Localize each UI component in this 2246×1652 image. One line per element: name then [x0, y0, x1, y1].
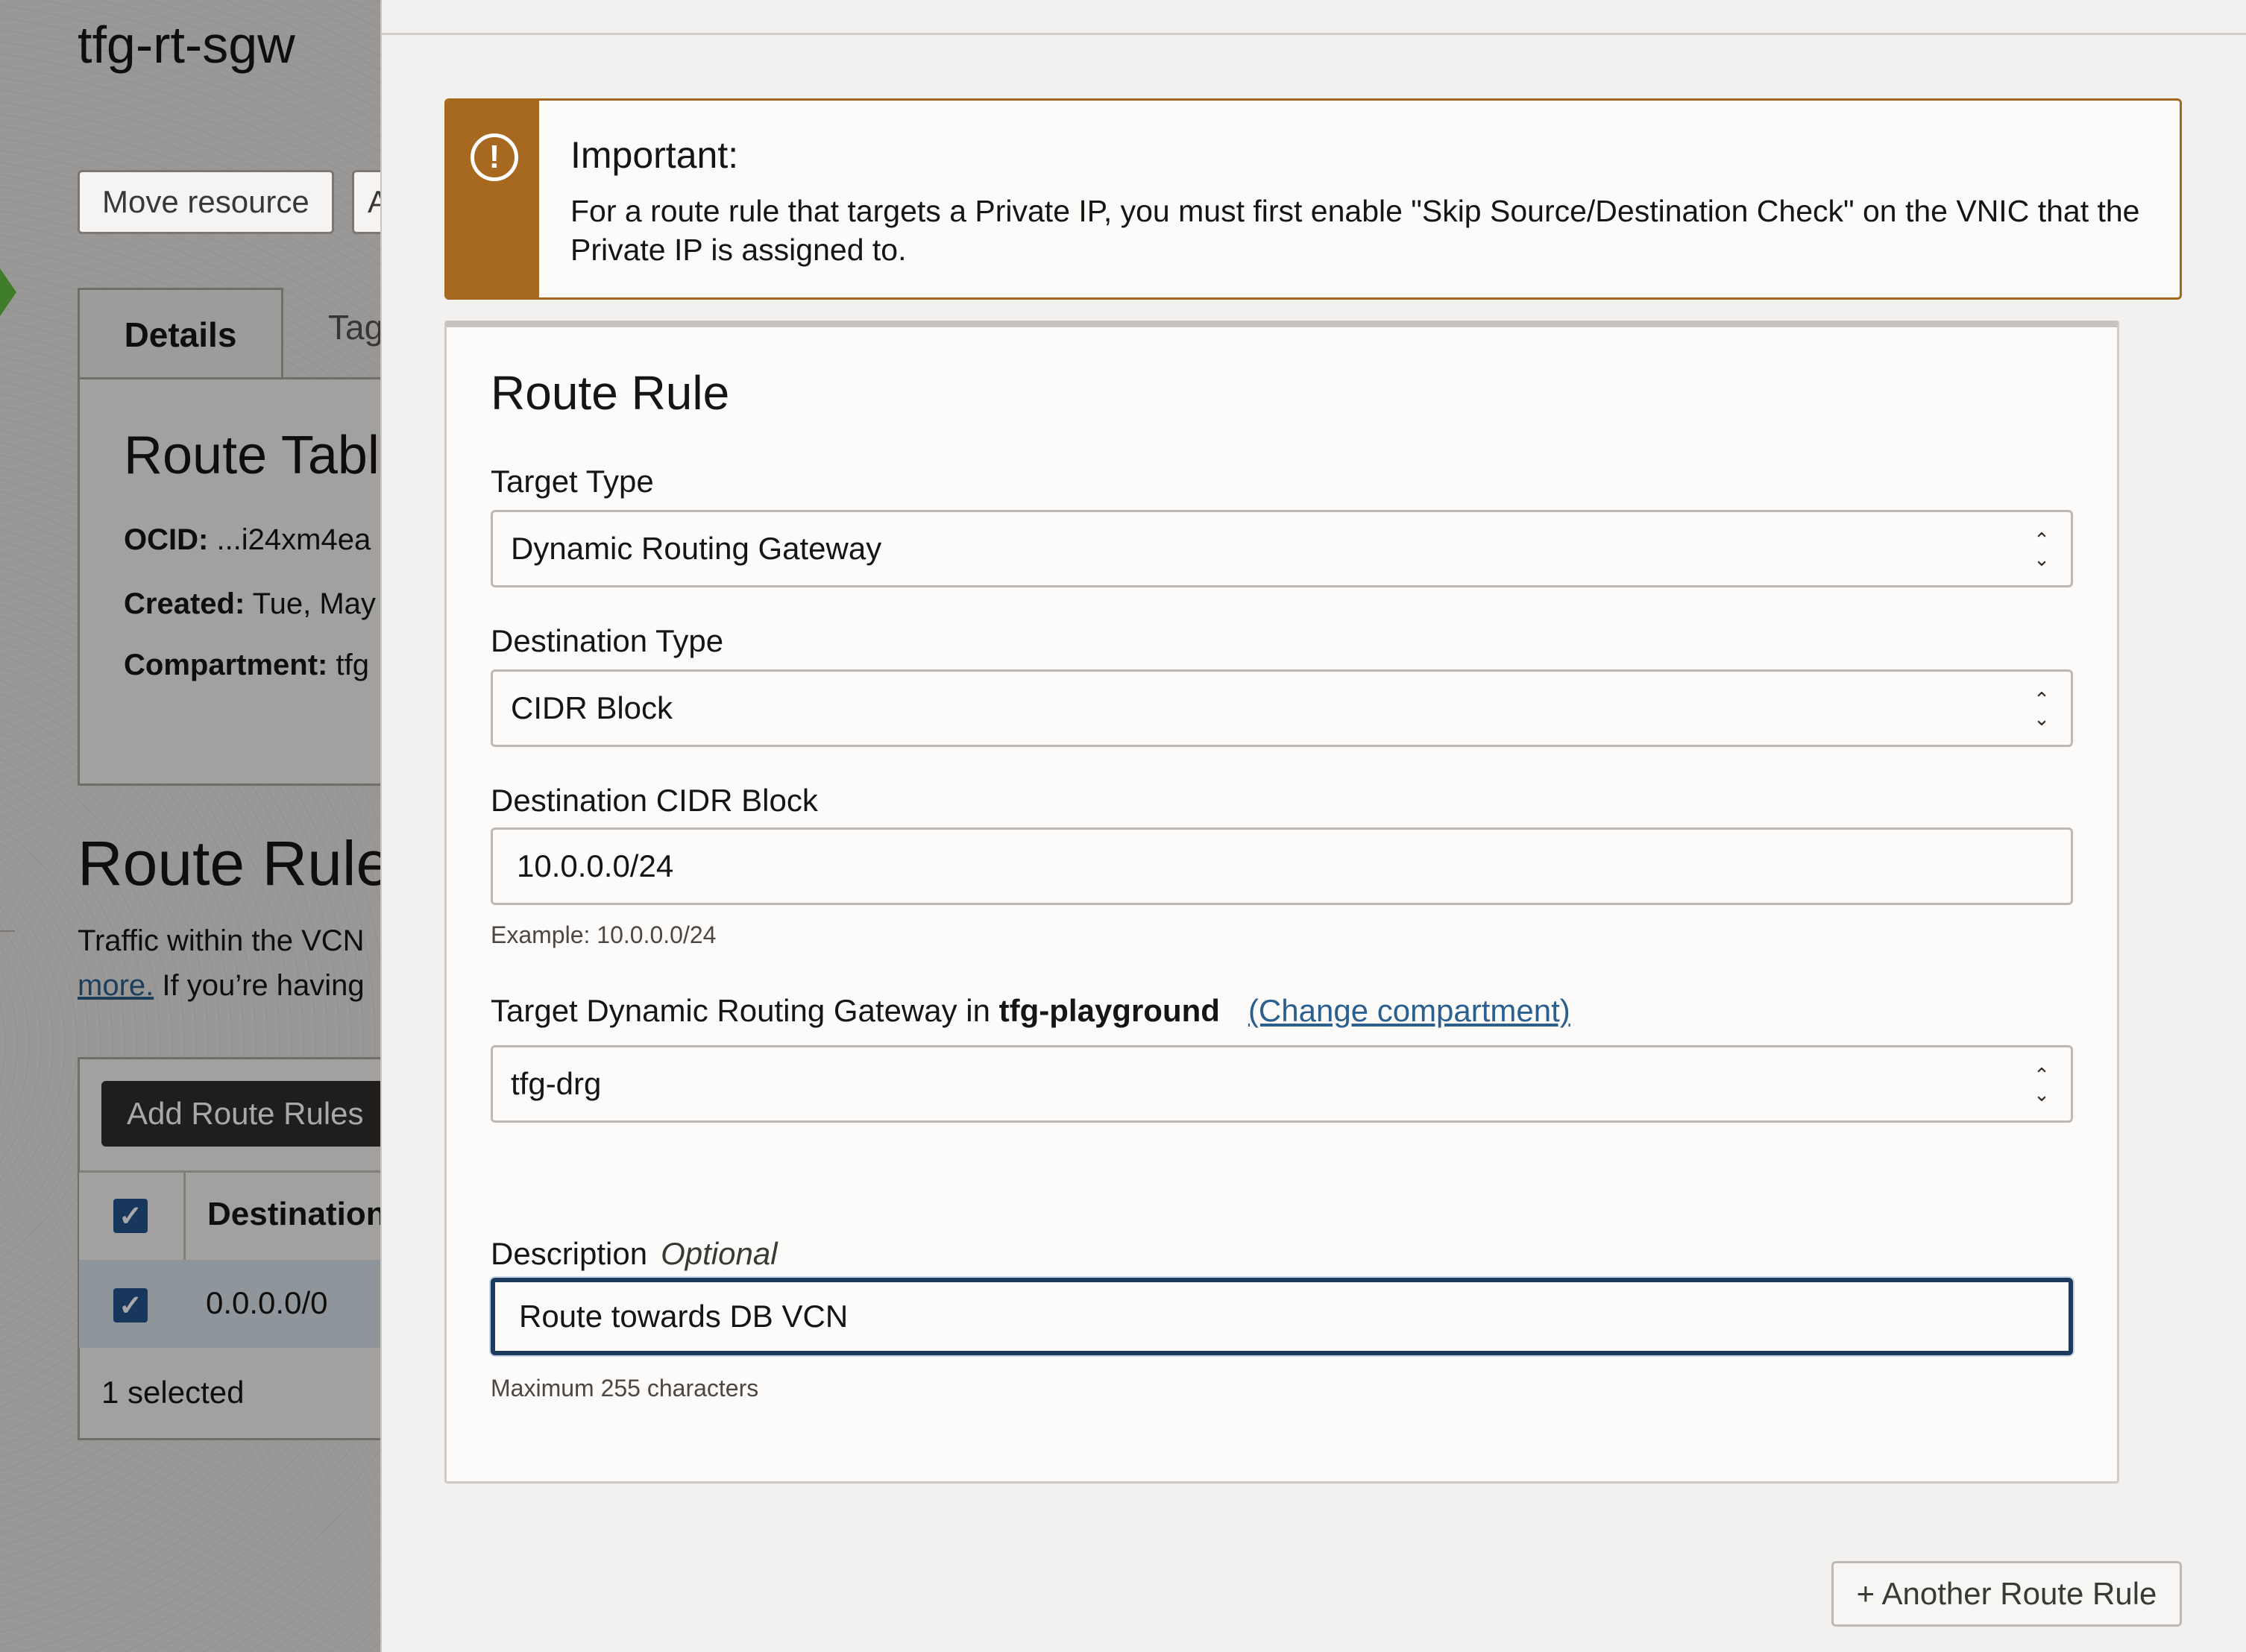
destination-type-label: Destination Type	[491, 623, 724, 658]
select-all-checkbox[interactable]: ✓	[113, 1199, 148, 1233]
alert-strip: !	[447, 101, 539, 297]
description-input[interactable]: Route towards DB VCN	[491, 1278, 2073, 1355]
ocid-label: OCID:	[124, 523, 209, 556]
destination-cidr-input[interactable]: 10.0.0.0/24	[491, 827, 2073, 905]
created-line: Created: Tue, May	[124, 587, 376, 621]
select-arrows-icon: ⌃ ⌄	[2033, 1064, 2050, 1106]
warning-icon: !	[471, 133, 518, 181]
panel-header-divider	[380, 33, 2246, 35]
compartment-value: tfg	[336, 649, 369, 681]
target-drg-label-prefix: Target Dynamic Routing Gateway in	[491, 993, 990, 1028]
description-label-text: Description	[491, 1236, 648, 1271]
nav-arrow-icon	[0, 268, 16, 316]
compartment-line: Compartment: tfg	[124, 649, 369, 682]
target-type-select[interactable]: Dynamic Routing Gateway ⌃ ⌄	[491, 510, 2073, 587]
details-heading: Route Tabl	[124, 426, 380, 485]
target-drg-label: Target Dynamic Routing Gateway in tfg-pl…	[491, 993, 1570, 1029]
tab-details[interactable]: Details	[78, 288, 283, 379]
description-hint: Maximum 255 characters	[491, 1375, 759, 1402]
row-checkbox[interactable]: ✓	[113, 1288, 148, 1322]
created-value: Tue, May	[252, 587, 376, 620]
route-rules-description: Traffic within the VCN	[78, 924, 365, 957]
target-type-value: Dynamic Routing Gateway	[511, 531, 882, 566]
ocid-value: ...i24xm4ea	[216, 523, 371, 556]
created-label: Created:	[124, 587, 245, 620]
target-drg-value: tfg-drg	[511, 1066, 602, 1101]
divider	[0, 930, 15, 932]
optional-tag: Optional	[661, 1236, 778, 1271]
destination-type-select[interactable]: CIDR Block ⌃ ⌄	[491, 669, 2073, 747]
alert-title: Important:	[570, 134, 739, 176]
route-rules-description-line2: more. If you’re having	[78, 969, 365, 1003]
tab-tags[interactable]: Tag	[328, 307, 383, 347]
compartment-label: Compartment:	[124, 649, 328, 681]
destination-cidr-label: Destination CIDR Block	[491, 783, 818, 818]
destination-type-value: CIDR Block	[511, 690, 673, 725]
add-route-rules-button[interactable]: Add Route Rules	[101, 1081, 392, 1147]
column-header-destination[interactable]: Destination	[207, 1196, 386, 1233]
important-alert: ! Important: For a route rule that targe…	[444, 98, 2182, 300]
column-separator	[183, 1170, 186, 1260]
learn-more-link[interactable]: more.	[78, 969, 154, 1002]
description-label: Description Optional	[491, 1236, 778, 1272]
select-arrows-icon: ⌃ ⌄	[2033, 529, 2050, 570]
selected-count: 1 selected	[101, 1375, 245, 1410]
route-rule-title: Route Rule	[491, 366, 730, 420]
target-drg-select[interactable]: tfg-drg ⌃ ⌄	[491, 1045, 2073, 1123]
target-type-label: Target Type	[491, 464, 654, 499]
route-rules-description-rest: If you’re having	[154, 969, 365, 1002]
change-compartment-link[interactable]: (Change compartment)	[1248, 993, 1570, 1028]
alert-body: For a route rule that targets a Private …	[570, 194, 2140, 267]
target-drg-compartment: tfg-playground	[998, 993, 1220, 1028]
destination-cidr-hint: Example: 10.0.0.0/24	[491, 921, 717, 948]
move-resource-button[interactable]: Move resource	[78, 170, 334, 234]
destination-cidr-value: 10.0.0.0/24	[517, 848, 674, 883]
description-value: Route towards DB VCN	[519, 1299, 849, 1334]
cell-destination: 0.0.0.0/0	[206, 1285, 328, 1320]
page-title: tfg-rt-sgw	[78, 16, 295, 74]
select-arrows-icon: ⌃ ⌄	[2033, 688, 2050, 730]
route-rules-section-title: Route Rule	[78, 828, 391, 898]
another-route-rule-button[interactable]: + Another Route Rule	[1831, 1561, 2182, 1627]
ocid-line: OCID: ...i24xm4ea	[124, 523, 371, 557]
